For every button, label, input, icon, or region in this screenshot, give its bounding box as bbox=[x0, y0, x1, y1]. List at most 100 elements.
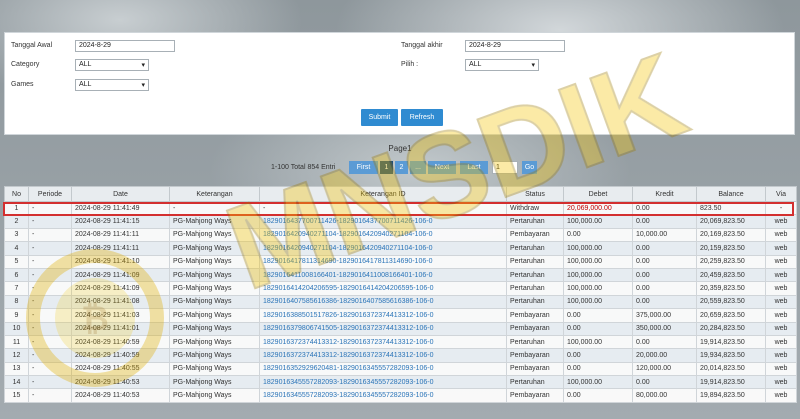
col-header-keterangan[interactable]: Keterangan bbox=[169, 186, 260, 202]
cell-kredit: 0.00 bbox=[632, 375, 697, 390]
tanggal-awal-input[interactable]: 2024-8-29 bbox=[75, 40, 175, 52]
col-header-keterangan-id[interactable]: Keterangan ID bbox=[259, 186, 507, 202]
cell-periode: - bbox=[28, 334, 72, 350]
submit-button[interactable]: Submit bbox=[361, 109, 398, 126]
cell-keterangan: PG-Mahjong Ways bbox=[169, 348, 260, 363]
cell-debet: 0.00 bbox=[563, 321, 633, 336]
table-row[interactable]: 15-2024-08-29 11:40:53 PG-Mahjong Ways 182… bbox=[4, 388, 797, 403]
cell-balance: 19,914,823.50 bbox=[696, 375, 766, 390]
cell-keterangan: PG-Mahjong Ways bbox=[169, 321, 260, 336]
cell-date: 2024-08-29 11:40:59 bbox=[71, 334, 170, 350]
cell-keterangan: PG-Mahjong Ways bbox=[169, 294, 260, 310]
table-row[interactable]: 3-2024-08-29 11:41:11 PG-Mahjong Ways 1829… bbox=[4, 227, 797, 243]
col-header-via[interactable]: Via bbox=[765, 186, 797, 202]
cell-via: web bbox=[765, 281, 797, 296]
cell-via: web bbox=[765, 308, 797, 323]
cell-via: web bbox=[765, 254, 797, 269]
category-select[interactable]: ALL ▾ bbox=[75, 59, 149, 71]
cell-keterangan-id[interactable]: 1829016372374413312-1829016372374413312-… bbox=[259, 348, 507, 363]
cell-keterangan-id[interactable]: 1829016411008166401-1829016411008166401-… bbox=[259, 267, 507, 283]
cell-keterangan-id[interactable]: 1829016414204206595-1829016414204206595-… bbox=[259, 281, 507, 296]
cell-via: web bbox=[765, 214, 797, 229]
col-header-balance[interactable]: Balance bbox=[696, 186, 766, 202]
cell-keterangan-id[interactable]: 1829016345557282093-1829016345557282093-… bbox=[259, 375, 507, 390]
cell-debet: 100,000.00 bbox=[563, 281, 633, 296]
cell-balance: 19,914,823.50 bbox=[696, 334, 766, 350]
cell-keterangan-id[interactable]: 1829016420940271104-1829016420940271104-… bbox=[259, 241, 507, 256]
cell-keterangan: PG-Mahjong Ways bbox=[169, 375, 260, 390]
first-page-button[interactable]: First bbox=[349, 161, 378, 174]
cell-debet: 100,000.00 bbox=[563, 294, 633, 310]
cell-debet: 100,000.00 bbox=[563, 214, 633, 229]
col-header-debet[interactable]: Debet bbox=[563, 186, 633, 202]
col-header-status[interactable]: Status bbox=[506, 186, 564, 202]
table-row[interactable]: 12-2024-08-29 11:40:59 PG-Mahjong Ways 182… bbox=[4, 348, 797, 363]
chevron-down-icon: ▾ bbox=[141, 62, 145, 69]
cell-kredit: 20,000.00 bbox=[632, 348, 697, 363]
cell-keterangan-id[interactable]: 1829016372374413312-1829016372374413312-… bbox=[259, 334, 507, 350]
cell-periode: - bbox=[28, 281, 72, 296]
cell-keterangan-id[interactable]: 1829016437700711426-1829016437700711426-… bbox=[259, 214, 507, 229]
cell-periode: - bbox=[28, 254, 72, 269]
cell-no: 10 bbox=[4, 321, 29, 336]
table-row[interactable]: 9-2024-08-29 11:41:03 PG-Mahjong Ways 1829… bbox=[4, 308, 797, 323]
cell-debet: 0.00 bbox=[563, 361, 633, 377]
table-row[interactable]: 4-2024-08-29 11:41:11 PG-Mahjong Ways 1829… bbox=[4, 241, 797, 256]
pilih-select[interactable]: ALL ▾ bbox=[465, 59, 539, 71]
games-select[interactable]: ALL ▾ bbox=[75, 79, 149, 91]
category-select-value: ALL bbox=[79, 61, 92, 68]
cell-balance: 20,559,823.50 bbox=[696, 294, 766, 310]
cell-status: Pertaruhan bbox=[506, 375, 564, 390]
table-row[interactable]: 11-2024-08-29 11:40:59 PG-Mahjong Ways 182… bbox=[4, 334, 797, 350]
cell-kredit: 10,000.00 bbox=[632, 227, 697, 243]
go-button[interactable]: Go bbox=[522, 161, 537, 174]
cell-status: Pembayaran bbox=[506, 308, 564, 323]
col-header-periode[interactable]: Periode bbox=[28, 186, 72, 202]
cell-keterangan-id[interactable]: 1829016407585616386-1829016407585616386-… bbox=[259, 294, 507, 310]
cell-keterangan-id[interactable]: 1829016420940271104-1829016420940271104-… bbox=[259, 227, 507, 243]
col-header-no[interactable]: No bbox=[4, 186, 29, 202]
table-row[interactable]: 14-2024-08-29 11:40:53 PG-Mahjong Ways 182… bbox=[4, 375, 797, 390]
cell-no: 12 bbox=[4, 348, 29, 363]
cell-balance: 20,069,823.50 bbox=[696, 214, 766, 229]
table-row[interactable]: 13-2024-08-29 11:40:55 PG-Mahjong Ways 182… bbox=[4, 361, 797, 377]
page-1-button[interactable]: 1 bbox=[380, 161, 393, 174]
cell-balance: 20,459,823.50 bbox=[696, 267, 766, 283]
table-row[interactable]: 2-2024-08-29 11:41:15 PG-Mahjong Ways 1829… bbox=[4, 214, 797, 229]
table-row[interactable]: 7-2024-08-29 11:41:09 PG-Mahjong Ways 1829… bbox=[4, 281, 797, 296]
cell-keterangan-id[interactable]: 1829016417811314690-1829016417811314690-… bbox=[259, 254, 507, 269]
table-row[interactable]: 8-2024-08-29 11:41:08 PG-Mahjong Ways 1829… bbox=[4, 294, 797, 310]
cell-debet: 20,069,000.00 bbox=[563, 200, 633, 216]
last-page-button[interactable]: Last bbox=[460, 161, 488, 174]
table-row[interactable]: 1-2024-08-29 11:41:49- - Withdraw 20,069,00… bbox=[4, 200, 797, 216]
next-page-button[interactable]: Next bbox=[428, 161, 456, 174]
cell-keterangan-id[interactable]: 1829016388501517826-1829016372374413312-… bbox=[259, 308, 507, 323]
cell-keterangan-id[interactable]: 1829016352929620481-1829016345557282093-… bbox=[259, 361, 507, 377]
table-row[interactable]: 6-2024-08-29 11:41:09 PG-Mahjong Ways 1829… bbox=[4, 267, 797, 283]
page-2-button[interactable]: 2 bbox=[395, 161, 408, 174]
cell-date: 2024-08-29 11:41:08 bbox=[71, 294, 170, 310]
col-header-date[interactable]: Date bbox=[71, 186, 170, 202]
cell-keterangan: PG-Mahjong Ways bbox=[169, 227, 260, 243]
cell-debet: 100,000.00 bbox=[563, 375, 633, 390]
cell-keterangan: PG-Mahjong Ways bbox=[169, 267, 260, 283]
col-header-kredit[interactable]: Kredit bbox=[632, 186, 697, 202]
cell-keterangan-id[interactable]: - bbox=[259, 200, 507, 216]
page-number-input[interactable]: 1 bbox=[492, 161, 518, 174]
refresh-button[interactable]: Refresh bbox=[401, 109, 443, 126]
cell-balance: 823.50 bbox=[696, 200, 766, 216]
table-row[interactable]: 10-2024-08-29 11:41:01 PG-Mahjong Ways 182… bbox=[4, 321, 797, 336]
tanggal-akhir-input[interactable]: 2024-8-29 bbox=[465, 40, 565, 52]
cell-date: 2024-08-29 11:40:53 bbox=[71, 388, 170, 403]
cell-via: web bbox=[765, 334, 797, 350]
cell-via: web bbox=[765, 294, 797, 310]
cell-keterangan-id[interactable]: 1829016345557282093-1829016345557282093-… bbox=[259, 388, 507, 403]
cell-keterangan-id[interactable]: 1829016379806741505-1829016372374413312-… bbox=[259, 321, 507, 336]
cell-date: 2024-08-29 11:41:49 bbox=[71, 200, 170, 216]
cell-status: Pertaruhan bbox=[506, 254, 564, 269]
cell-balance: 20,359,823.50 bbox=[696, 281, 766, 296]
cell-debet: 0.00 bbox=[563, 348, 633, 363]
cell-kredit: 0.00 bbox=[632, 214, 697, 229]
table-row[interactable]: 5-2024-08-29 11:41:10 PG-Mahjong Ways 1829… bbox=[4, 254, 797, 269]
cell-date: 2024-08-29 11:41:11 bbox=[71, 241, 170, 256]
